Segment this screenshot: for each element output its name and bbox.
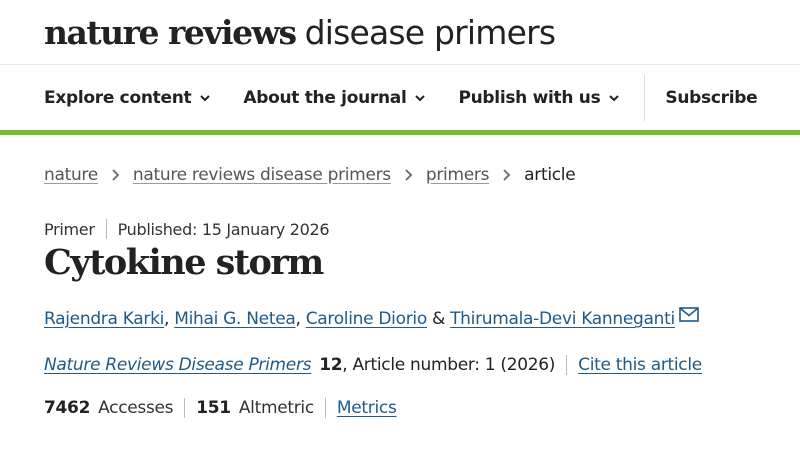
site-logo[interactable]: nature reviews disease primers [44,12,557,52]
accesses-count: 7462 [44,398,91,418]
chevron-right-icon [502,169,511,181]
chevron-right-icon [404,169,413,181]
logo-disease-primers: disease primers [304,12,557,52]
metrics-link[interactable]: Metrics [337,398,397,418]
nav-publish-label: Publish with us [458,87,601,108]
main-nav: Explore content About the journal Publis… [0,64,800,130]
author-link[interactable]: Caroline Diorio [306,309,428,329]
breadcrumb-nature[interactable]: nature [44,165,98,185]
chevron-down-icon [200,94,211,101]
article-number: , Article number: 1 (2026) [342,355,556,375]
metrics-divider [324,398,326,418]
cite-this-article-link[interactable]: Cite this article [578,355,702,375]
metrics-divider [184,398,186,418]
author-list: Rajendra Karki , Mihai G. Netea , Caroli… [0,306,800,329]
subscribe-label: Subscribe [665,87,758,108]
volume-number: 12 [319,355,343,375]
chevron-down-icon [609,94,620,101]
breadcrumb: nature nature reviews disease primers pr… [0,155,800,195]
published-date: Published: 15 January 2026 [117,219,330,239]
accesses-label: Accesses [98,398,174,418]
altmetric-count: 151 [196,398,231,418]
citation-line: Nature Reviews Disease Primers 12 , Arti… [0,355,800,375]
nav-divider [644,74,646,121]
breadcrumb-current: article [524,165,576,185]
breadcrumb-journal[interactable]: nature reviews disease primers [133,165,391,185]
article-title: Cytokine storm [44,242,324,283]
author-and: & [426,309,451,329]
nav-about-label: About the journal [243,87,407,108]
nav-explore-content[interactable]: Explore content [44,88,211,108]
author-link[interactable]: Mihai G. Netea [174,309,296,329]
subscribe-link[interactable]: Subscribe [665,88,757,108]
author-link[interactable]: Rajendra Karki [44,309,164,329]
altmetric-label: Altmetric [238,398,314,418]
chevron-down-icon [415,94,426,101]
author-separator: , [164,309,175,329]
nav-about-journal[interactable]: About the journal [243,88,426,108]
nav-publish[interactable]: Publish with us [458,88,620,108]
article-type: Primer [44,219,95,239]
citation-divider [566,355,568,375]
masthead: nature reviews disease primers [0,0,800,64]
author-separator: , [295,309,306,329]
site-header: nature reviews disease primers Explore c… [0,0,800,135]
journal-link[interactable]: Nature Reviews Disease Primers [44,355,312,375]
accent-bar [0,130,800,135]
article-header: Primer Published: 15 January 2026 Cytoki… [0,219,800,418]
article-meta: Primer Published: 15 January 2026 [0,219,800,239]
meta-divider [105,219,107,239]
author-link[interactable]: Thirumala-Devi Kanneganti [450,309,675,329]
logo-nature-reviews: nature reviews [44,12,297,52]
breadcrumb-primers[interactable]: primers [426,165,490,185]
mail-icon[interactable] [679,306,699,322]
nav-explore-label: Explore content [44,87,192,108]
chevron-right-icon [111,169,120,181]
article-metrics: 7462 Accesses 151 Altmetric Metrics [0,398,800,418]
